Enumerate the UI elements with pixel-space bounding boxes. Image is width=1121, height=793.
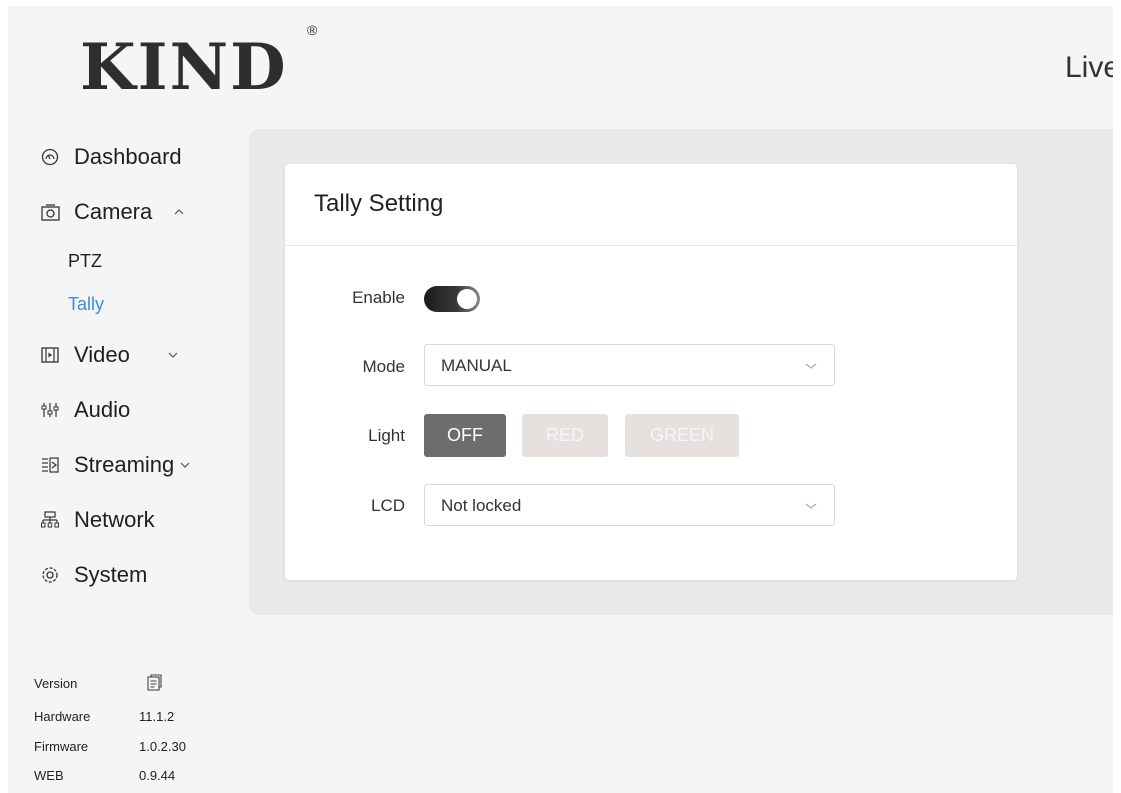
app-window: KIND ® Live Dashboard Camera PTZ Tally V… <box>8 6 1113 793</box>
sidebar-item-dashboard[interactable]: Dashboard <box>40 140 182 174</box>
version-label: Version <box>34 676 78 691</box>
sidebar-item-video[interactable]: Video <box>40 338 178 372</box>
version-value: 11.1.2 <box>139 709 175 724</box>
chevron-down-icon <box>180 462 190 468</box>
sidebar-subitem-ptz[interactable]: PTZ <box>68 251 102 272</box>
version-key: WEB <box>34 768 64 783</box>
sidebar-item-label: Audio <box>74 397 131 422</box>
mode-select-value: MANUAL <box>441 356 512 375</box>
enable-label: Enable <box>352 288 405 307</box>
lcd-select-value: Not locked <box>441 496 522 515</box>
sidebar-item-system[interactable]: System <box>40 558 147 592</box>
network-icon <box>40 510 60 530</box>
registered-mark: ® <box>307 22 318 38</box>
camera-icon <box>40 202 60 222</box>
sidebar-item-label: Network <box>74 507 155 532</box>
sidebar-item-label: Video <box>74 342 130 367</box>
sidebar-item-streaming[interactable]: Streaming <box>40 448 190 482</box>
light-green-button[interactable]: GREEN <box>625 414 739 457</box>
light-label: Light <box>368 426 405 445</box>
chevron-down-icon <box>804 499 818 513</box>
audio-icon <box>40 400 60 420</box>
version-key: Firmware <box>34 739 89 754</box>
dashboard-icon <box>40 147 60 167</box>
version-key: Hardware <box>34 709 91 724</box>
mode-label: Mode <box>362 357 405 376</box>
sidebar-item-network[interactable]: Network <box>40 503 155 537</box>
video-icon <box>40 345 60 365</box>
sidebar-item-label: Streaming <box>74 452 175 477</box>
sidebar-item-audio[interactable]: Audio <box>40 393 130 427</box>
kind-logo[interactable]: KIND <box>80 28 288 108</box>
chevron-down-icon <box>804 359 818 373</box>
sidebar-subitem-tally[interactable]: Tally <box>68 294 104 315</box>
card-title: Tally Setting <box>314 190 444 217</box>
toggle-knob <box>457 289 477 309</box>
version-value: 1.0.2.30 <box>139 739 186 754</box>
sidebar-item-label: Dashboard <box>74 144 182 169</box>
lcd-label: LCD <box>370 496 405 515</box>
gear-icon <box>40 565 60 585</box>
enable-toggle[interactable] <box>424 286 480 312</box>
chevron-down-icon <box>168 352 178 358</box>
card-divider <box>285 245 1017 246</box>
version-value: 0.9.44 <box>139 768 176 783</box>
sidebar-item-label: Camera <box>74 199 153 224</box>
mode-select[interactable]: MANUAL <box>424 344 835 386</box>
chevron-up-icon <box>174 209 184 215</box>
lcd-select[interactable]: Not locked <box>424 484 835 526</box>
light-off-button[interactable]: OFF <box>424 414 506 457</box>
sidebar-item-camera[interactable]: Camera <box>40 195 184 229</box>
live-view-link[interactable]: Live <box>1065 51 1113 85</box>
light-red-button[interactable]: RED <box>522 414 608 457</box>
copy-icon[interactable] <box>147 674 162 694</box>
streaming-icon <box>40 455 60 475</box>
sidebar-item-label: System <box>74 562 148 587</box>
tally-setting-card: Tally Setting Enable Mode MANUAL Light O… <box>285 164 1017 580</box>
